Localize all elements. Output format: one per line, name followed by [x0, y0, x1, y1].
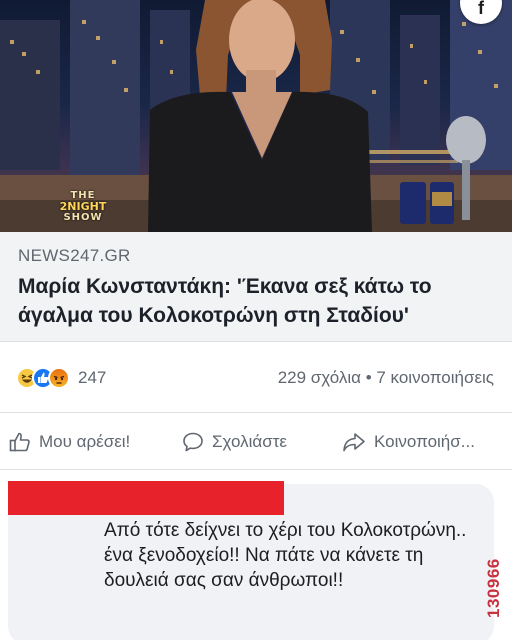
- comment-button-label: Σχολιάστε: [212, 431, 287, 451]
- comments-shares-summary[interactable]: 229 σχόλια • 7 κοινοποιήσεις: [278, 368, 494, 388]
- reaction-count: 247: [78, 367, 107, 387]
- link-preview[interactable]: NEWS247.GR Μαρία Κωνσταντάκη: 'Έκανα σεξ…: [0, 232, 512, 342]
- comment-text: Από τότε δείχνει το χέρι του Κολοκοτρώνη…: [104, 520, 467, 591]
- share-button-label: Κοινοποιήσ...: [374, 431, 475, 451]
- like-button[interactable]: Μου αρέσει!: [8, 430, 181, 454]
- post-action-bar: Μου αρέσει! Σχολιάστε Κοινοποιήσ...: [0, 414, 512, 470]
- reactions-summary: 247 229 σχόλια • 7 κοινοποιήσεις: [0, 343, 512, 413]
- like-button-label: Μου αρέσει!: [39, 431, 131, 451]
- show-logo-line2: 2NIGHT: [59, 200, 107, 213]
- reaction-icons-group[interactable]: 247: [16, 366, 107, 389]
- link-source: NEWS247.GR: [18, 246, 131, 265]
- link-headline[interactable]: Μαρία Κωνσταντάκη: 'Έκανα σεξ κάτω το άγ…: [18, 272, 494, 330]
- video-thumbnail[interactable]: THE 2NIGHT SHOW f: [0, 0, 512, 232]
- share-arrow-icon: [343, 432, 365, 451]
- angry-icon: [48, 366, 70, 389]
- show-logo: THE 2NIGHT SHOW: [55, 190, 111, 223]
- watermark-id: 130966: [484, 558, 503, 618]
- speech-bubble-icon: [183, 432, 203, 451]
- comment-section: Από τότε δείχνει το χέρι του Κολοκοτρώνη…: [0, 471, 512, 640]
- show-logo-line3: SHOW: [63, 212, 103, 223]
- share-button[interactable]: Κοινοποιήσ...: [341, 430, 504, 454]
- redacted-author-block: [8, 481, 284, 515]
- thumbs-up-icon: [9, 432, 30, 451]
- comment-button[interactable]: Σχολιάστε: [181, 430, 341, 454]
